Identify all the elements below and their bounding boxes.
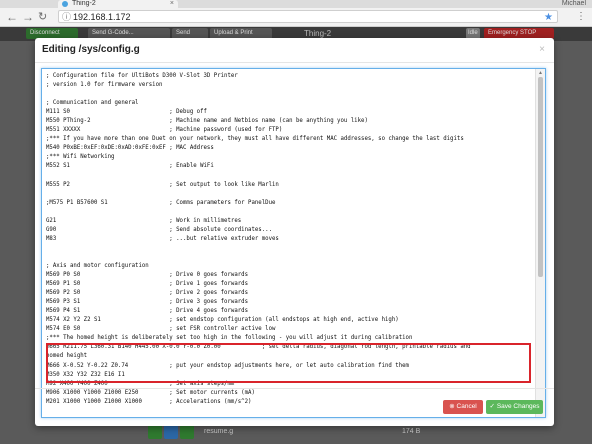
print-file-button[interactable]	[148, 425, 162, 439]
info-icon: ⓘ	[62, 12, 72, 22]
times-circle-icon: ⊗	[449, 403, 455, 410]
code-line: M574 X2 Y2 Z2 S1 ; set endstop configura…	[46, 317, 399, 324]
code-line: M569 P0 S0 ; Drive 0 goes forwards	[46, 272, 249, 279]
code-line: homed height	[46, 353, 88, 360]
modal-title: Editing /sys/config.g	[42, 44, 140, 55]
file-size: 174 B	[402, 428, 421, 435]
code-line: M569 P2 S0 ; Drive 2 goes forwards	[46, 290, 249, 297]
favicon-icon	[62, 1, 68, 7]
code-line: G21 ; Work in millimetres	[46, 217, 242, 224]
arrow-right-icon[interactable]: →	[22, 10, 34, 24]
code-line: M569 P3 S1 ; Drive 3 goes forwards	[46, 299, 249, 306]
reload-icon[interactable]: ↻	[38, 10, 47, 24]
code-line: M111 S0 ; Debug off	[46, 109, 207, 116]
file-name[interactable]: resume.g	[204, 425, 233, 439]
star-icon[interactable]: ★	[544, 11, 553, 24]
download-file-button[interactable]	[164, 425, 178, 439]
code-line: M540 P0xBE:0xEF:0xDE:0xAD:0xFE:0xEF ; MA…	[46, 145, 214, 152]
tab-close-icon[interactable]: ×	[170, 0, 174, 8]
code-line: M569 P4 S1 ; Drive 4 goes forwards	[46, 308, 249, 315]
arrow-left-icon[interactable]: ←	[6, 10, 18, 24]
save-changes-button[interactable]: ✓ Save Changes	[486, 400, 543, 414]
code-line: ;M575 P1 B57600 S1 ; Comms parameters fo…	[46, 199, 276, 206]
code-line: M555 P2 ; Set output to look like Marlin	[46, 181, 279, 188]
code-line: M552 S1 ; Enable WiFi	[46, 163, 214, 170]
code-line: G90 ; Send absolute coordinates...	[46, 226, 272, 233]
code-line: ; version 1.0 for firmware version	[46, 82, 163, 89]
browser-user-name[interactable]: Michael	[562, 0, 586, 8]
config-editor[interactable]: ; Configuration file for UltiBots D300 V…	[41, 68, 546, 418]
code-text[interactable]: ; Configuration file for UltiBots D300 V…	[42, 69, 536, 417]
code-line: M551 XXXXX ; Machine password (used for …	[46, 127, 283, 134]
browser-toolbar: ← → ↻ ⓘ 192.168.1.172 ★ ⋮	[0, 8, 592, 27]
close-icon[interactable]: ×	[539, 43, 545, 57]
browser-tab-strip: Thing-2 × Michael	[0, 0, 592, 8]
code-line: M83 ; ...but relative extruder moves	[46, 235, 279, 242]
url-text: 192.168.1.172	[73, 12, 131, 22]
code-line: ; Communication and general	[46, 100, 139, 107]
scrollbar-thumb[interactable]	[538, 77, 543, 277]
edit-file-modal: Editing /sys/config.g × ; Configuration …	[35, 38, 554, 426]
vertical-scrollbar[interactable]: ▲ ▼	[535, 69, 545, 417]
cancel-button[interactable]: ⊗ Cancel	[443, 400, 483, 414]
save-label: Save Changes	[496, 403, 540, 410]
code-line: M569 P1 S0 ; Drive 1 goes forwards	[46, 281, 249, 288]
cancel-label: Cancel	[456, 403, 477, 410]
browser-tab[interactable]: Thing-2 ×	[58, 0, 178, 8]
code-line: M550 PThing-2 ; Machine name and Netbios…	[46, 118, 368, 125]
code-line: M906 X1000 Y1000 Z1000 E250 ; Set motor …	[46, 389, 255, 396]
code-line: ;*** The homed height is deliberately se…	[46, 335, 413, 342]
code-line: M665 R211.75 L360.31 B140 H445.00 X-0.0 …	[46, 344, 471, 351]
edit-file-button[interactable]	[180, 425, 194, 439]
divider	[35, 62, 554, 63]
code-line: ; Axis and motor configuration	[46, 262, 149, 269]
code-line: ;*** If you have more than one Duet on y…	[46, 136, 464, 143]
divider	[35, 388, 554, 389]
scroll-up-icon[interactable]: ▲	[537, 70, 544, 76]
kebab-menu-icon[interactable]: ⋮	[576, 10, 586, 24]
browser-tab-title: Thing-2	[72, 0, 96, 7]
code-line: M574 E0 S0 ; set FSR controller active l…	[46, 326, 276, 333]
code-line: ;*** Wifi Networking	[46, 154, 115, 161]
address-bar[interactable]: ⓘ 192.168.1.172 ★	[58, 10, 558, 23]
code-line: ; Configuration file for UltiBots D300 V…	[46, 73, 238, 79]
check-icon: ✓	[489, 403, 495, 410]
code-line: M350 X32 Y32 Z32 E16 I1	[46, 371, 125, 378]
code-line: M666 X-0.52 Y-0.22 Z0.74 ; put your ends…	[46, 362, 409, 369]
